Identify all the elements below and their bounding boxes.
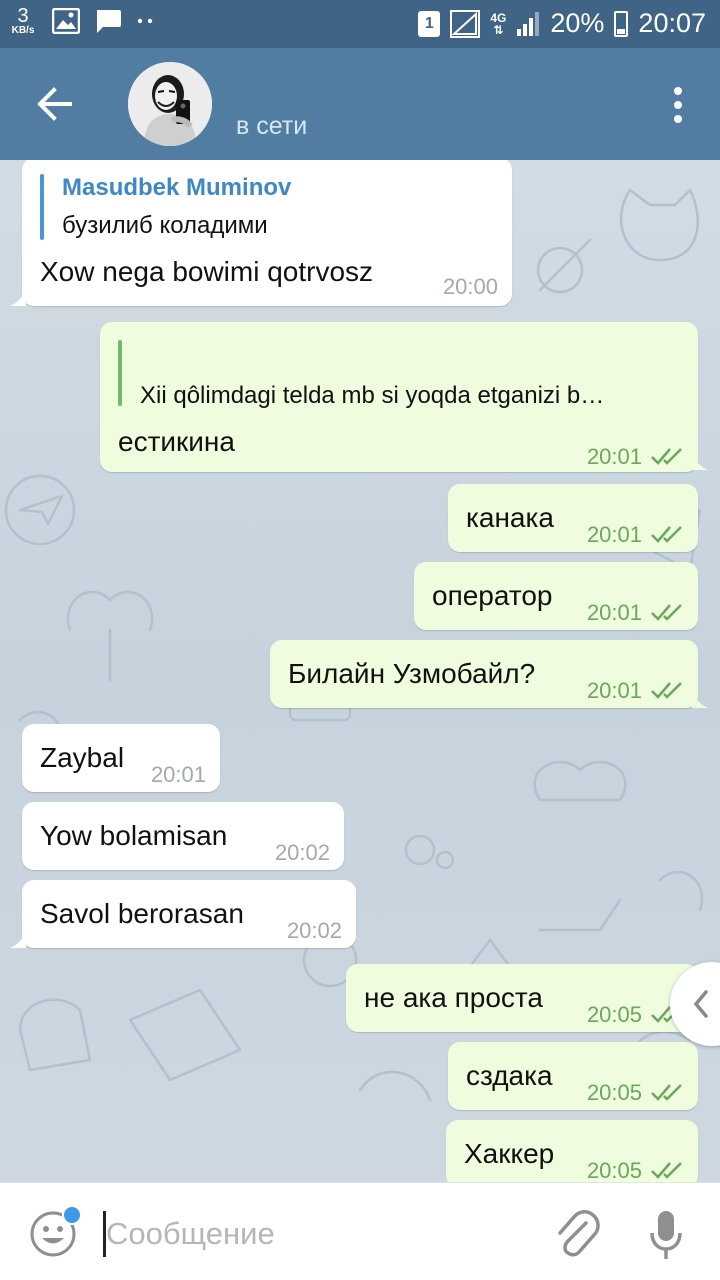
message-text: оператор [432,580,553,611]
message-time: 20:01 [586,678,642,703]
network-type-label: 4G [490,10,507,25]
sim-icon: 1 [418,10,441,37]
composer [0,1182,720,1280]
battery-percent: 20% [550,8,605,38]
message-text: канака [466,502,554,533]
message-outgoing[interactable]: канака 20:01 [448,484,698,552]
message-outgoing[interactable]: оператор 20:01 [414,562,698,630]
message-text: Билайн Узмобайл? [288,658,536,689]
status-bar: 3 KB/s 1 4G ⇅ 20% 20:07 [0,0,720,48]
message-time: 20:01 [586,600,642,625]
message-list[interactable]: Masudbek Muminov бузилиб коладими Xow ne… [0,160,720,1182]
double-check-icon [651,604,682,621]
chevron-left-icon [693,990,708,1018]
message-time: 20:05 [586,1158,642,1182]
message-input[interactable] [106,1207,526,1261]
bubble-tail [692,692,708,708]
reply-preview[interactable]: бузилиб коладими [62,212,268,240]
signal-icon [450,9,481,38]
message-text: Savol berorasan [40,898,244,929]
message-time: 20:01 [586,444,642,469]
message-text: Zaybal [40,742,125,773]
double-check-icon [651,526,682,543]
message-outgoing[interactable]: Билайн Узмобайл? 20:01 [270,640,698,708]
signal-bars-icon [517,11,540,36]
message-time: 20:02 [274,840,330,865]
network-type: 4G ⇅ [490,10,507,37]
message-time: 20:01 [586,522,642,547]
double-check-icon [651,682,682,699]
message-text: естикина [118,426,235,457]
double-check-icon [651,1084,682,1101]
clock: 20:07 [638,8,706,38]
message-text: сздака [466,1060,553,1091]
message-incoming[interactable]: Masudbek Muminov бузилиб коладими Xow ne… [22,160,512,306]
message-time: 20:00 [442,274,498,299]
message-outgoing[interactable]: Xii qôlimdagi telda mb si yoqda etganizi… [100,322,698,472]
message-time: 20:02 [286,918,342,943]
reply-preview[interactable]: Xii qôlimdagi telda mb si yoqda etganizi… [140,382,604,410]
message-time: 20:05 [586,1080,642,1105]
bubble-tail [10,932,26,948]
message-incoming[interactable]: Savol berorasan 20:02 [22,880,356,948]
double-check-icon [651,1162,682,1179]
notification-dot [62,1205,82,1225]
bubble-tail [10,290,26,306]
battery-icon [614,10,629,37]
image-icon [52,8,80,34]
double-check-icon [651,448,682,465]
speed-unit: KB/s [11,25,35,36]
message-incoming[interactable]: Yow bolamisan 20:02 [22,802,344,870]
speed-value: 3 [17,5,29,27]
message-incoming[interactable]: Zaybal 20:01 [22,724,220,792]
message-text: не ака проста [364,982,543,1013]
more-vert-icon[interactable] [672,86,684,124]
network-speed: 3 KB/s [8,6,38,36]
online-status: в сети [236,112,308,140]
message-text: Хаккер [464,1138,555,1169]
more-notifications-icon [137,18,153,24]
avatar-image [128,62,212,146]
message-outgoing[interactable]: сздака 20:05 [448,1042,698,1110]
message-text: Xow nega bowimi qotrvosz [40,256,374,287]
reply-author[interactable]: Masudbek Muminov [62,174,291,202]
bubble-tail [692,454,708,470]
paperclip-icon[interactable] [552,1207,600,1261]
side-panel-handle[interactable] [670,962,720,1046]
reply-quote-bar [40,174,44,240]
avatar[interactable] [128,62,212,146]
message-text: Yow bolamisan [40,820,228,851]
message-time: 20:01 [150,762,206,787]
message-outgoing[interactable]: не ака проста 20:05 [346,964,698,1032]
message-time: 20:05 [586,1002,642,1027]
message-icon [97,10,121,33]
microphone-icon[interactable] [648,1209,684,1261]
message-outgoing[interactable]: Хаккер 20:05 [446,1120,698,1182]
chat-header: в сети [0,48,720,160]
reply-quote-bar [118,340,122,406]
arrow-back-icon[interactable] [30,82,80,126]
